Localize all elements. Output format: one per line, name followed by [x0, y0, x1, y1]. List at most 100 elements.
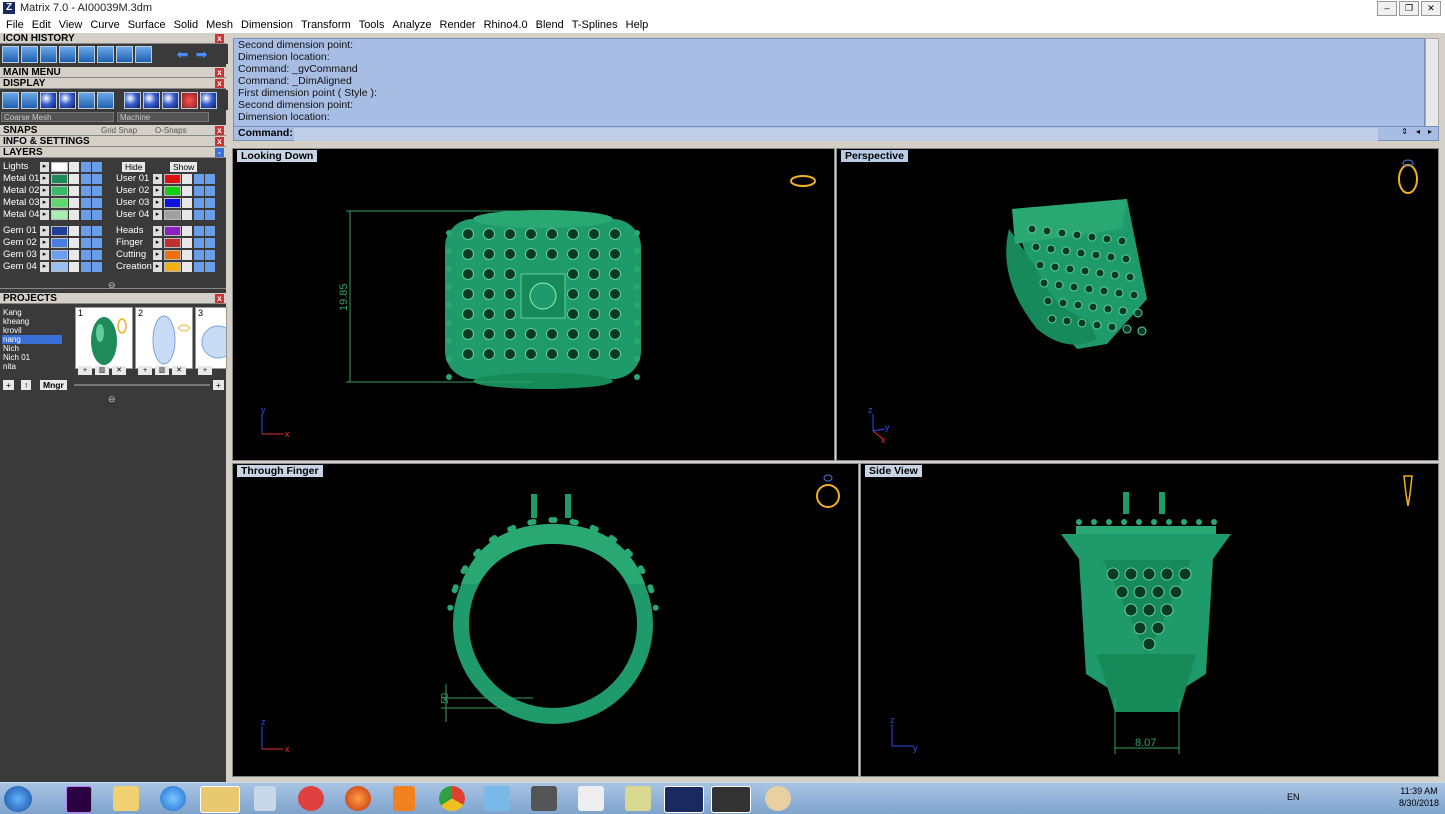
ring-tool-icon[interactable]	[78, 45, 95, 63]
project-thumbnail-3[interactable]: 3	[195, 307, 235, 369]
lock-icon[interactable]	[182, 186, 192, 196]
layer-color-swatch[interactable]	[51, 250, 68, 260]
layer-color-swatch[interactable]	[51, 238, 68, 248]
splitter-handle-icon[interactable]: ⊖	[108, 394, 116, 405]
dropdown-arrow-icon[interactable]: ▸	[40, 250, 49, 260]
dropdown-arrow-icon[interactable]: ▸	[40, 210, 49, 220]
dropdown-arrow-icon[interactable]: ▸	[153, 262, 162, 272]
menu-rhino4[interactable]: Rhino4.0	[480, 17, 532, 33]
notes-icon[interactable]	[625, 786, 651, 811]
dropdown-arrow-icon[interactable]: ▸	[153, 238, 162, 248]
visibility-icon[interactable]	[81, 210, 91, 220]
menu-analyze[interactable]: Analyze	[388, 17, 435, 33]
layer-color-swatch[interactable]	[51, 174, 68, 184]
layer-row[interactable]: Cutting ▸	[113, 249, 219, 261]
calculator-icon[interactable]	[254, 786, 276, 811]
layer-row[interactable]: Metal 03 ▸	[0, 197, 106, 209]
menu-mesh[interactable]: Mesh	[202, 17, 237, 33]
list-item[interactable]: Nich 01	[2, 353, 62, 362]
surface-tool-icon[interactable]	[97, 45, 114, 63]
visibility-icon[interactable]	[194, 186, 204, 196]
snaps-header[interactable]: SNAPS Grid Snap O-Snaps x	[0, 125, 226, 136]
move-tool-icon[interactable]	[21, 45, 38, 63]
visibility-icon[interactable]	[194, 262, 204, 272]
lock-icon[interactable]	[69, 162, 79, 172]
layer-row[interactable]: Gem 01 ▸	[0, 225, 106, 237]
manager-button[interactable]: Mngr	[40, 380, 67, 390]
line-tool-icon[interactable]	[2, 45, 19, 63]
layer-color-swatch[interactable]	[164, 250, 181, 260]
dropdown-arrow-icon[interactable]: ▸	[40, 238, 49, 248]
layer-row[interactable]: Metal 04 ▸	[0, 209, 106, 221]
select-icon[interactable]	[92, 226, 102, 236]
layer-color-swatch[interactable]	[164, 238, 181, 248]
start-orb-icon[interactable]	[4, 786, 32, 812]
layer-row[interactable]: Metal 02 ▸	[0, 185, 106, 197]
visibility-icon[interactable]	[194, 238, 204, 248]
visibility-icon[interactable]	[81, 174, 91, 184]
select-icon[interactable]	[205, 238, 215, 248]
show-button[interactable]: Show	[170, 162, 198, 172]
menu-view[interactable]: View	[55, 17, 87, 33]
menu-blend[interactable]: Blend	[532, 17, 568, 33]
layer-tool-icon[interactable]	[135, 45, 152, 63]
select-icon[interactable]	[92, 210, 102, 220]
dropdown-arrow-icon[interactable]: ▸	[40, 226, 49, 236]
folder-icon[interactable]	[113, 786, 139, 811]
lock-icon[interactable]	[182, 198, 192, 208]
menu-tools[interactable]: Tools	[355, 17, 389, 33]
add-project-button[interactable]: +	[3, 380, 14, 390]
visibility-icon[interactable]	[81, 262, 91, 272]
select-icon[interactable]	[92, 174, 102, 184]
firefox-icon[interactable]	[345, 786, 371, 811]
splitter-handle-icon[interactable]: ⊖	[108, 280, 116, 291]
shaded-icon[interactable]	[40, 91, 57, 109]
close-icon[interactable]: x	[215, 126, 224, 135]
viewport-perspective[interactable]: z y x Perspective	[836, 148, 1439, 461]
list-item[interactable]: Kang	[2, 308, 62, 317]
layer-row[interactable]: Gem 04 ▸	[0, 261, 106, 273]
viewport-title[interactable]: Side View	[865, 465, 922, 477]
lock-icon[interactable]	[182, 174, 192, 184]
layer-color-swatch[interactable]	[51, 210, 68, 220]
render-icon[interactable]	[59, 91, 76, 109]
visibility-icon[interactable]	[81, 162, 91, 172]
premiere-icon[interactable]	[66, 786, 92, 813]
menu-curve[interactable]: Curve	[86, 17, 123, 33]
lock-tool-icon[interactable]	[59, 45, 76, 63]
dropdown-arrow-icon[interactable]: ▸	[40, 162, 49, 172]
layer-row[interactable]: User 02 ▸	[113, 185, 219, 197]
select-icon[interactable]	[92, 250, 102, 260]
close-icon[interactable]: x	[215, 68, 224, 77]
add-icon[interactable]: +	[213, 380, 224, 390]
arrow-left-icon[interactable]: ◂	[1416, 127, 1420, 136]
visibility-icon[interactable]	[194, 226, 204, 236]
file-explorer-icon[interactable]	[200, 786, 240, 813]
layer-color-swatch[interactable]	[164, 198, 181, 208]
arrow-right-icon[interactable]: ➡	[193, 45, 210, 63]
close-button[interactable]: ✕	[1421, 1, 1441, 16]
select-icon[interactable]	[205, 186, 215, 196]
collapse-icon[interactable]: -	[215, 148, 224, 157]
viewport-looking-down[interactable]: 19.85 y x Looking Down	[232, 148, 835, 461]
layer-row[interactable]: Metal 01 ▸	[0, 173, 106, 185]
select-icon[interactable]	[92, 198, 102, 208]
visibility-icon[interactable]	[194, 198, 204, 208]
grid-icon[interactable]	[97, 91, 114, 109]
layer-row[interactable]: User 01 ▸	[113, 173, 219, 185]
xray-icon[interactable]	[78, 91, 95, 109]
dropdown-arrow-icon[interactable]: ▸	[153, 226, 162, 236]
material-3-icon[interactable]	[162, 91, 179, 109]
gem-tool-icon[interactable]	[40, 45, 57, 63]
grid-icon[interactable]: ▥	[155, 366, 169, 375]
viewport-title[interactable]: Through Finger	[237, 465, 323, 477]
info-settings-header[interactable]: INFO & SETTINGS x	[0, 136, 226, 147]
mesh-dropdown[interactable]: Coarse Mesh	[1, 112, 114, 122]
lock-icon[interactable]	[69, 250, 79, 260]
layer-color-swatch[interactable]	[51, 162, 68, 172]
layer-color-swatch[interactable]	[164, 174, 181, 184]
list-item[interactable]: nita	[2, 362, 62, 370]
menu-transform[interactable]: Transform	[297, 17, 355, 33]
dropdown-arrow-icon[interactable]: ▸	[153, 186, 162, 196]
layer-color-swatch[interactable]	[51, 226, 68, 236]
